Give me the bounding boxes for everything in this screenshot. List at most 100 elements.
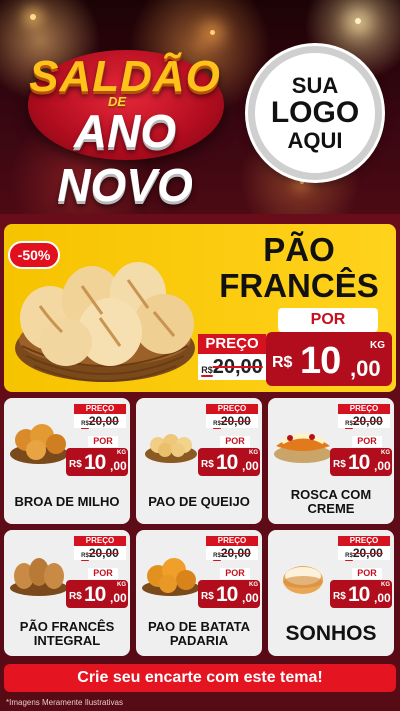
- cheese-bread-icon: [145, 434, 197, 463]
- product-card[interactable]: PREÇO R$20,00 POR R$ 10,00 KG PÃO FRANCÊS INTE…: [4, 530, 130, 656]
- old-price-box: PREÇO R$20,00: [74, 536, 126, 560]
- price-integer: 10: [348, 583, 370, 606]
- featured-old-price-box: PREÇO R$20,00: [198, 334, 266, 382]
- logo-text-1: SUA: [291, 73, 339, 99]
- wholegrain-bread-icon: [10, 558, 68, 596]
- product-name: PAO DE BATATA PADARIA: [147, 618, 251, 648]
- old-price-box: PREÇO R$20,00: [338, 404, 390, 428]
- old-currency: R$: [213, 421, 221, 427]
- old-price-value: 20,00: [88, 414, 119, 428]
- firework-sparkle-icon: [210, 30, 215, 35]
- product-card[interactable]: PREÇO R$20,00 POR R$ 10,00 KG SONHOS: [268, 530, 394, 656]
- old-price-box: PREÇO R$20,00: [338, 536, 390, 560]
- old-price-box: PREÇO R$20,00: [74, 404, 126, 428]
- old-price: R$20,00: [338, 546, 390, 560]
- new-price: R$ 10 ,00 KG: [330, 580, 392, 608]
- preco-label: PREÇO: [74, 404, 126, 414]
- firework-sparkle-icon: [30, 14, 36, 20]
- old-price-value: 20,00: [88, 546, 119, 560]
- old-currency: R$: [81, 553, 89, 559]
- old-price: R$20,00: [74, 546, 126, 560]
- old-currency: R$: [213, 553, 221, 559]
- price-unit: KG: [381, 582, 390, 588]
- product-name: ROSCA COM CREME: [290, 486, 372, 516]
- sale-title: SALDÃO DE ANO NOVO: [10, 46, 240, 211]
- price-currency: R$: [69, 459, 82, 470]
- price-currency: R$: [69, 591, 82, 602]
- new-price: R$ 10 ,00 KG: [198, 448, 260, 476]
- old-price-value: 20,00: [220, 414, 251, 428]
- product-name: PÃO FRANCÊS INTEGRAL: [19, 618, 115, 648]
- price-currency: R$: [272, 354, 293, 371]
- featured-new-price: R$ 10 ,00 KG: [266, 332, 392, 386]
- product-card[interactable]: PREÇO R$20,00 POR R$ 10,00 KG BROA DE MILHO: [4, 398, 130, 524]
- product-name: PAO DE QUEIJO: [148, 493, 250, 509]
- preco-label: PREÇO: [338, 536, 390, 546]
- product-card[interactable]: PREÇO R$20,00 POR R$ 10,00 KG ROSCA COM CREME: [268, 398, 394, 524]
- price-integer: 10: [216, 451, 238, 474]
- price-integer: 10: [216, 583, 238, 606]
- old-currency: R$: [81, 421, 89, 427]
- image-disclaimer: *Imagens Meramente Ilustrativas: [6, 698, 123, 707]
- price-currency: R$: [333, 591, 346, 602]
- old-price: R$20,00: [338, 414, 390, 428]
- featured-old-price: R$20,00: [198, 354, 266, 380]
- price-unit: KG: [370, 340, 385, 351]
- price-cents: ,00: [374, 591, 391, 605]
- price-currency: R$: [201, 591, 214, 602]
- price-unit: KG: [249, 582, 258, 588]
- price-cents: ,00: [242, 591, 259, 605]
- featured-preco-label: PREÇO: [198, 334, 266, 354]
- por-label: POR: [352, 436, 382, 447]
- old-price-box: PREÇO R$20,00: [206, 536, 258, 560]
- old-price: R$20,00: [206, 414, 258, 428]
- logo-text-2: LOGO: [270, 96, 360, 130]
- featured-name-line-1: PÃO: [263, 231, 335, 268]
- product-name: BROA DE MILHO: [14, 493, 120, 509]
- price-currency: R$: [333, 459, 346, 470]
- product-card[interactable]: PREÇO R$20,00 POR R$ 10,00 KG PAO DE QUEIJO: [136, 398, 262, 524]
- firework-sparkle-icon: [355, 18, 361, 24]
- donut-icon: [283, 566, 323, 594]
- preco-label: PREÇO: [206, 404, 258, 414]
- logo-placeholder[interactable]: SUA LOGO AQUI: [248, 46, 382, 180]
- price-currency: R$: [201, 459, 214, 470]
- old-currency: R$: [345, 421, 353, 427]
- old-price-value: 20,00: [212, 356, 263, 378]
- potato-bread-icon: [142, 558, 200, 596]
- old-price: R$20,00: [74, 414, 126, 428]
- old-price-value: 20,00: [352, 546, 383, 560]
- preco-label: PREÇO: [74, 536, 126, 546]
- product-card[interactable]: PREÇO R$20,00 POR R$ 10,00 KG PAO DE BATATA PA…: [136, 530, 262, 656]
- price-cents: ,00: [374, 459, 391, 473]
- price-cents: ,00: [110, 459, 127, 473]
- featured-product-name: PÃO FRANCÊS: [206, 232, 392, 303]
- price-integer: 10: [84, 451, 106, 474]
- header-banner: SALDÃO DE ANO NOVO SUA LOGO AQUI: [0, 0, 400, 214]
- por-label: POR: [88, 436, 118, 447]
- product-name: SONHOS: [285, 622, 377, 646]
- logo-text-3: AQUI: [287, 127, 343, 153]
- old-price: R$20,00: [206, 546, 258, 560]
- old-price-box: PREÇO R$20,00: [206, 404, 258, 428]
- new-price: R$ 10 ,00 KG: [330, 448, 392, 476]
- featured-name-line-2: FRANCÊS: [219, 266, 379, 304]
- price-cents: ,00: [350, 356, 381, 381]
- price-integer: 10: [300, 340, 341, 382]
- discount-badge: -50%: [8, 241, 60, 269]
- new-price: R$ 10 ,00 KG: [198, 580, 260, 608]
- por-label: POR: [88, 568, 118, 579]
- price-unit: KG: [249, 450, 258, 456]
- por-label: POR: [220, 436, 250, 447]
- create-flyer-button[interactable]: Crie seu encarte com este tema!: [4, 664, 396, 692]
- corn-bread-icon: [10, 424, 68, 464]
- old-price-value: 20,00: [352, 414, 383, 428]
- firework-sparkle-icon: [300, 180, 304, 184]
- price-unit: KG: [117, 450, 126, 456]
- preco-label: PREÇO: [338, 404, 390, 414]
- old-price-value: 20,00: [220, 546, 251, 560]
- price-integer: 10: [84, 583, 106, 606]
- price-cents: ,00: [110, 591, 127, 605]
- title-line-2: ANO NOVO: [57, 105, 193, 211]
- price-cents: ,00: [242, 459, 259, 473]
